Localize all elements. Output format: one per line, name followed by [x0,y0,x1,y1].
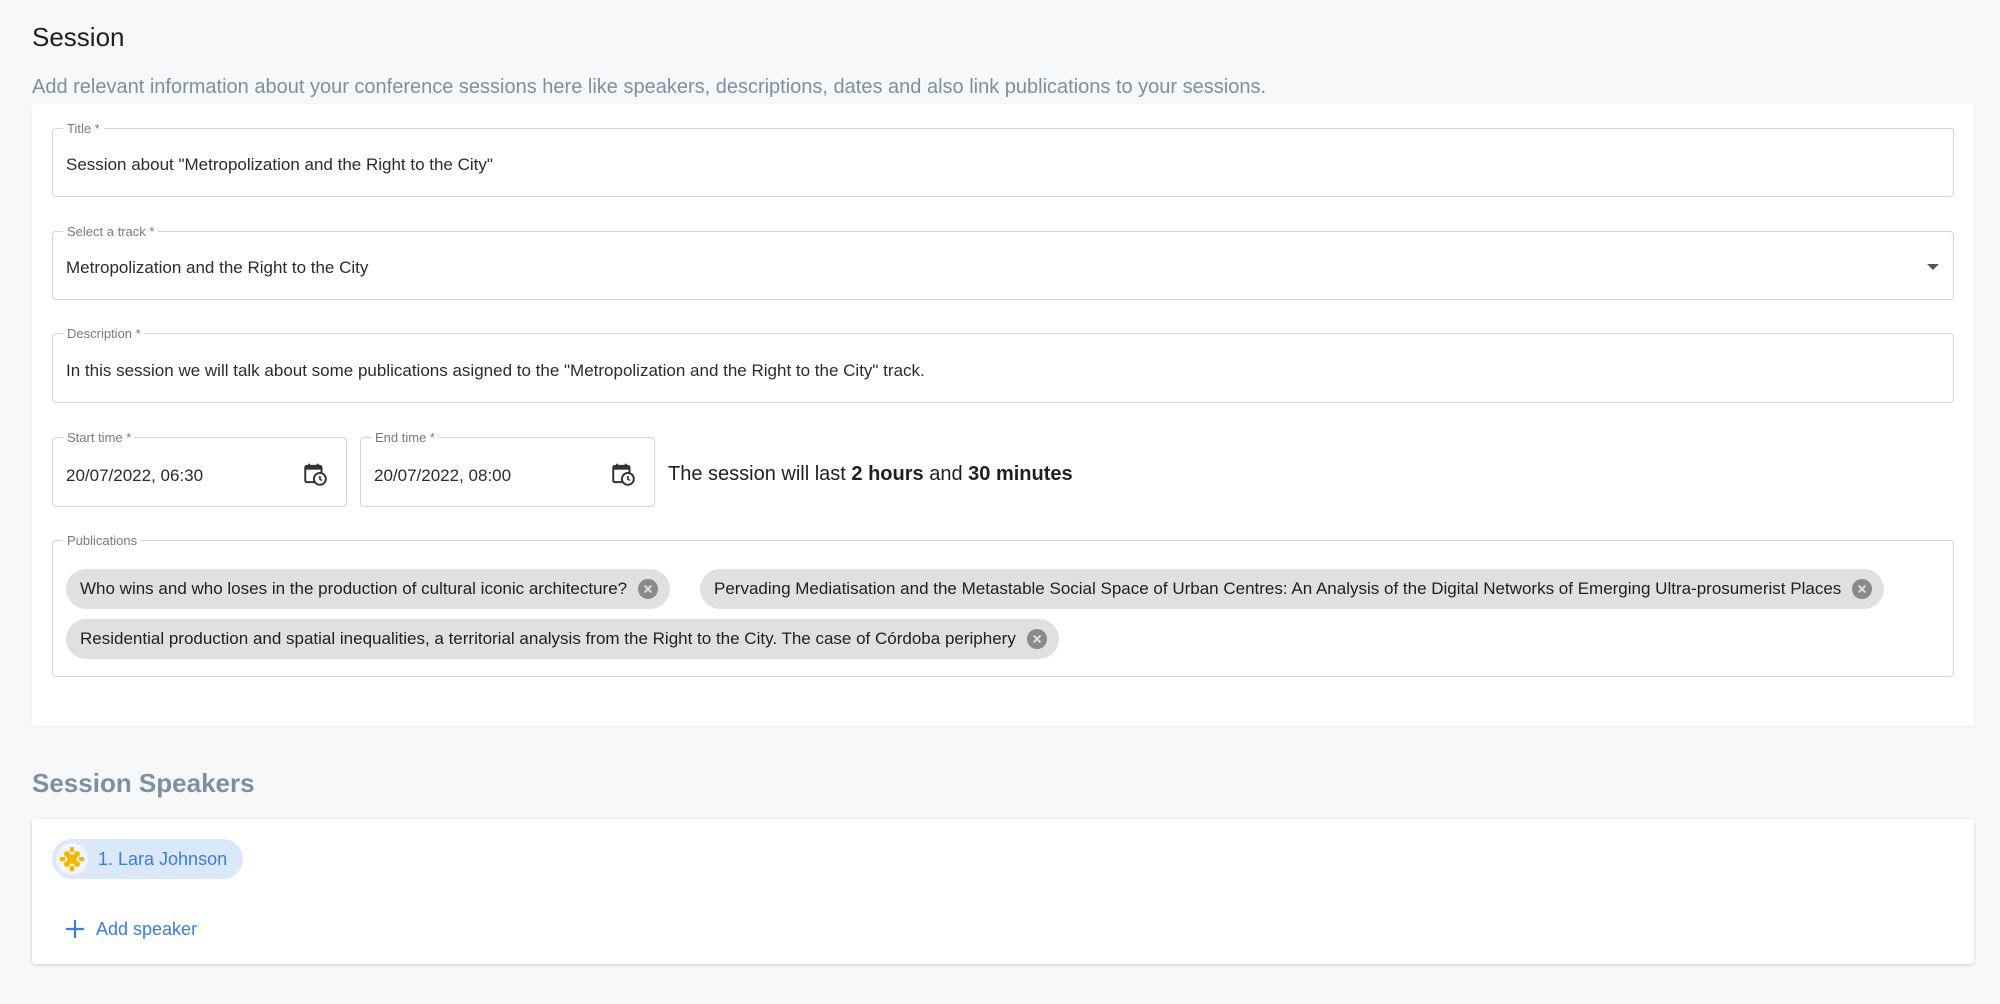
description-field[interactable]: Description * In this session we will ta… [52,326,1954,403]
description-label: Description * [63,326,145,341]
speaker-chip[interactable]: 1. Lara Johnson [52,839,244,879]
track-select[interactable]: Select a track * Metropolization and the… [52,224,1954,300]
speakers-card [32,819,1974,964]
identicon-icon [60,847,84,871]
dropdown-arrow-icon[interactable] [1927,264,1939,270]
calendar-clock-icon[interactable] [302,461,328,487]
publication-chip-label: Residential production and spatial inequ… [80,629,1016,648]
start-time-field[interactable]: Start time * 20/07/2022, 06:30 [52,430,347,507]
publication-chip[interactable]: Residential production and spatial inequ… [66,619,1059,659]
duration-hours: 2 hours [851,463,924,485]
title-field[interactable]: Title * Session about "Metropolization a… [52,121,1954,197]
track-label: Select a track * [63,224,159,239]
publication-chip-label: Pervading Mediatisation and the Metastab… [714,579,1842,598]
duration-prefix: The session will last [668,463,846,485]
page-title: Session [32,22,125,52]
title-value: Session about "Metropolization and the R… [66,155,493,174]
publication-chip[interactable]: Who wins and who loses in the production… [66,569,671,609]
remove-chip-icon[interactable] [1026,629,1047,649]
speakers-section-title: Session Speakers [32,768,255,798]
duration-minutes: 30 minutes [968,463,1073,485]
description-value: In this session we will talk about some … [66,361,925,380]
add-speaker-label: Add speaker [96,918,198,939]
add-speaker-button[interactable]: Add speaker [64,918,197,940]
calendar-clock-icon[interactable] [610,461,636,487]
start-time-label: Start time * [63,430,136,445]
session-duration: The session will last 2 hours and 30 min… [668,463,1073,486]
publications-label: Publications [63,533,142,548]
publication-chip[interactable]: Pervading Mediatisation and the Metastab… [700,569,1885,609]
end-time-value: 20/07/2022, 08:00 [374,466,512,485]
session-page: Session Add relevant information about y… [0,0,2000,1004]
plus-icon [66,920,84,938]
start-time-value: 20/07/2022, 06:30 [66,466,204,485]
end-time-field[interactable]: End time * 20/07/2022, 08:00 [360,430,655,507]
end-time-label: End time * [371,430,439,445]
speaker-name: 1. Lara Johnson [98,848,228,869]
duration-joiner: and [929,463,963,485]
page-subtitle: Add relevant information about your conf… [32,76,1267,98]
track-value: Metropolization and the Right to the Cit… [66,258,369,277]
avatar [56,843,88,875]
remove-chip-icon[interactable] [1852,579,1873,599]
title-label: Title * [63,121,104,136]
publication-chip-label: Who wins and who loses in the production… [80,579,628,598]
remove-chip-icon[interactable] [638,579,659,599]
